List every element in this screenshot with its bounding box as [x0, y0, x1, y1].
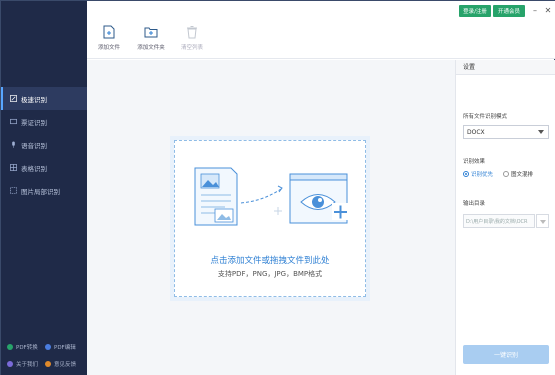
radio-speed-first[interactable] [463, 171, 469, 177]
settings-panel: 设置 所有文件识别模式 DOCX 识别效果 识别优先 图文混排 输出目录 D:\… [455, 60, 555, 375]
card-icon [10, 118, 17, 125]
trash-icon [187, 26, 197, 39]
info-icon [7, 361, 13, 367]
sidebar-item-label: 语音识别 [21, 141, 47, 150]
output-path-dropdown[interactable] [536, 214, 549, 228]
footer-link-label: 意见反馈 [54, 362, 77, 368]
radio-text-image-mixed-label: 图文混排 [511, 172, 534, 178]
sidebar-item-label: 图片局部识别 [21, 187, 60, 196]
format-select-value: DOCX [467, 128, 485, 136]
sidebar-item-label: 极速识别 [21, 95, 47, 104]
add-file-icon [103, 25, 115, 39]
add-folder-button[interactable]: 添加文件夹 [131, 25, 171, 51]
file-dropzone[interactable]: 点击添加文件或拖拽文件到此处 支持PDF，PNG，JPG，BMP格式 [170, 136, 370, 301]
output-label: 输出目录 [463, 201, 486, 207]
table-icon [10, 164, 17, 171]
login-button[interactable]: 登录/注册 [459, 5, 491, 17]
radio-text-image-mixed[interactable] [503, 171, 510, 177]
about-link[interactable]: 关于我们 [7, 360, 45, 368]
footer-link-label: 关于我们 [16, 362, 39, 368]
add-file-label: 添加文件 [97, 45, 120, 51]
document-icon [194, 167, 238, 226]
sidebar-item-table-ocr[interactable]: 表格识别 [1, 156, 87, 179]
format-label: 所有文件识别模式 [463, 114, 508, 120]
format-select[interactable]: DOCX [463, 125, 549, 139]
toolbar: 添加文件 添加文件夹 清空列表 登录/注册 开通会员 – ✕ [87, 1, 555, 59]
convert-illustration-icon [194, 167, 349, 226]
effect-label: 识别效果 [463, 159, 486, 165]
radio-speed-first-label: 识别优先 [471, 172, 494, 178]
add-folder-label: 添加文件夹 [137, 45, 165, 51]
microphone-icon [10, 141, 17, 148]
app-window: 极速识别 票证识别 语音识别 表格识别 图片局部识别 PDF转换 PDF编辑 关… [0, 0, 555, 375]
sidebar-item-label: 表格识别 [21, 164, 47, 173]
add-file-button[interactable]: 添加文件 [89, 25, 129, 51]
edit-icon [10, 95, 17, 102]
pdf-convert-link[interactable]: PDF转换 [7, 343, 45, 351]
sidebar-item-crop-ocr[interactable]: 图片局部识别 [1, 179, 87, 202]
clear-list-button[interactable]: 清空列表 [172, 25, 212, 51]
pdf-edit-icon [45, 344, 51, 350]
sidebar: 极速识别 票证识别 语音识别 表格识别 图片局部识别 PDF转换 PDF编辑 关… [1, 1, 87, 375]
pdf-convert-icon [7, 344, 13, 350]
output-path-field[interactable]: D:\用户目录\我的文档\OCR [463, 214, 535, 228]
crop-icon [10, 187, 17, 194]
preview-window-icon [289, 173, 349, 224]
main-area: 点击添加文件或拖拽文件到此处 支持PDF，PNG，JPG，BMP格式 [87, 60, 455, 375]
start-recognize-button[interactable]: 一键识别 [463, 345, 549, 364]
footer-link-label: PDF编辑 [54, 345, 76, 351]
feedback-icon [45, 361, 51, 367]
minimize-icon[interactable]: – [529, 4, 541, 16]
dropzone-subtitle: 支持PDF，PNG，JPG，BMP格式 [217, 270, 323, 278]
sidebar-item-voice-ocr[interactable]: 语音识别 [1, 133, 87, 156]
settings-header: 设置 [456, 60, 555, 75]
sidebar-footer: PDF转换 PDF编辑 关于我们 意见反馈 [7, 343, 83, 368]
pdf-edit-link[interactable]: PDF编辑 [45, 343, 83, 351]
vip-button[interactable]: 开通会员 [493, 5, 525, 17]
sidebar-item-ticket-ocr[interactable]: 票证识别 [1, 110, 87, 133]
clear-list-label: 清空列表 [180, 45, 203, 51]
feedback-link[interactable]: 意见反馈 [45, 360, 83, 368]
footer-link-label: PDF转换 [16, 345, 38, 351]
sidebar-item-label: 票证识别 [21, 118, 47, 127]
chevron-down-icon [538, 130, 544, 134]
effect-options: 识别优先 图文混排 [463, 170, 533, 178]
add-folder-icon [144, 27, 158, 38]
sidebar-item-fast-ocr[interactable]: 极速识别 [1, 87, 87, 110]
sidebar-menu: 极速识别 票证识别 语音识别 表格识别 图片局部识别 [1, 87, 87, 202]
dropzone-title: 点击添加文件或拖拽文件到此处 [210, 256, 330, 266]
close-icon[interactable]: ✕ [542, 4, 554, 16]
